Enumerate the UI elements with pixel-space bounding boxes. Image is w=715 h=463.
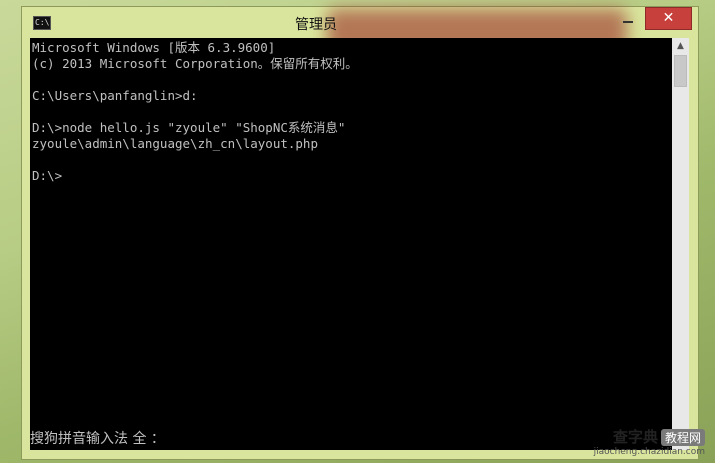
console-window: C:\ 管理员 ✕ Microsoft Windows [版本 6.3.9600… [21, 6, 699, 460]
ime-status: 搜狗拼音输入法 全 ： [30, 431, 165, 447]
cmd-icon[interactable]: C:\ [33, 16, 51, 30]
watermark-main: 查字典 [612, 428, 658, 446]
console-output[interactable]: Microsoft Windows [版本 6.3.9600] (c) 2013… [30, 38, 672, 450]
console-line: (c) 2013 Microsoft Corporation。保留所有权利。 [32, 56, 358, 71]
console-line: Microsoft Windows [版本 6.3.9600] [32, 40, 276, 55]
minimize-button[interactable] [614, 8, 642, 29]
scroll-up-icon[interactable]: ▲ [672, 38, 689, 54]
console-line: zyoule\admin\language\zh_cn\layout.php [32, 136, 318, 151]
watermark: 查字典 教程网 jiaocheng.chazidian.com [594, 426, 705, 457]
console-prompt-line: D:\> [32, 168, 63, 183]
watermark-badge: 教程网 [660, 429, 705, 446]
title-bar[interactable]: C:\ 管理员 ✕ [22, 7, 698, 55]
close-button[interactable]: ✕ [645, 7, 692, 30]
watermark-url: jiaocheng.chazidian.com [593, 447, 705, 457]
console-line: C:\Users\panfanglin>d: [32, 88, 198, 103]
window-title: 管理员 [295, 17, 337, 33]
scroll-thumb[interactable] [674, 55, 687, 87]
vertical-scrollbar[interactable]: ▲ ▼ [672, 38, 689, 450]
console-line: D:\>node hello.js "zyoule" "ShopNC系统消息" [32, 120, 346, 135]
